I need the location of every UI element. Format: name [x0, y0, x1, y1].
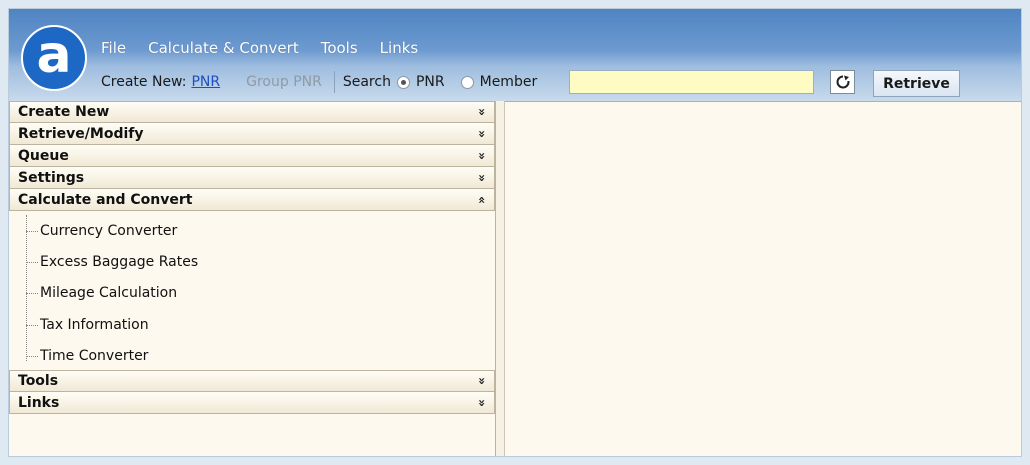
search-label: Search: [342, 74, 391, 90]
menu-file[interactable]: File: [101, 39, 126, 57]
section-queue[interactable]: Queue »: [9, 145, 495, 167]
group-pnr-link: Group PNR: [246, 74, 322, 90]
toolbar: Create New: PNR Group PNR Search PNR Mem…: [101, 69, 1021, 97]
double-chevron-down-icon[interactable]: »: [475, 377, 489, 385]
section-label: Tools: [18, 373, 59, 389]
create-new-label: Create New:: [101, 74, 187, 90]
search-input[interactable]: [569, 70, 814, 94]
double-chevron-down-icon[interactable]: »: [475, 399, 489, 407]
section-links[interactable]: Links »: [9, 392, 495, 414]
toolbar-divider: [333, 71, 335, 93]
section-retrieve-modify[interactable]: Retrieve/Modify »: [9, 123, 495, 145]
calculate-convert-tree: Currency Converter Excess Baggage Rates …: [9, 211, 495, 370]
double-chevron-down-icon[interactable]: »: [475, 108, 489, 116]
refresh-button[interactable]: [830, 70, 855, 94]
sidebar: Create New » Retrieve/Modify » Queue » S…: [9, 101, 496, 456]
double-chevron-up-icon[interactable]: «: [475, 196, 489, 204]
radio-pnr[interactable]: [396, 75, 410, 89]
section-label: Queue: [18, 147, 69, 164]
create-pnr-link[interactable]: PNR: [191, 74, 220, 90]
app-logo: a: [21, 25, 87, 91]
section-label: Create New: [18, 104, 110, 120]
tree-item-time-converter[interactable]: Time Converter: [26, 341, 495, 372]
menu-tools[interactable]: Tools: [321, 39, 358, 57]
retrieve-button[interactable]: Retrieve: [873, 70, 960, 97]
double-chevron-down-icon[interactable]: »: [475, 152, 489, 160]
splitter[interactable]: [496, 101, 505, 456]
section-create-new[interactable]: Create New »: [9, 101, 495, 123]
app-window: a File Calculate & Convert Tools Links C…: [8, 8, 1022, 457]
refresh-icon: [836, 74, 851, 89]
section-label: Links: [18, 394, 60, 411]
radio-member-label[interactable]: Member: [480, 74, 538, 90]
section-label: Settings: [18, 169, 85, 186]
tree-item-excess-baggage-rates[interactable]: Excess Baggage Rates: [26, 246, 495, 277]
menu-bar: File Calculate & Convert Tools Links: [101, 39, 418, 57]
tree-item-tax-information[interactable]: Tax Information: [26, 309, 495, 340]
radio-pnr-label[interactable]: PNR: [416, 74, 445, 90]
section-tools[interactable]: Tools »: [9, 370, 495, 392]
tree-item-mileage-calculation[interactable]: Mileage Calculation: [26, 278, 495, 309]
section-label: Retrieve/Modify: [18, 125, 144, 142]
double-chevron-down-icon[interactable]: »: [475, 130, 489, 138]
double-chevron-down-icon[interactable]: »: [475, 174, 489, 182]
header-bar: a File Calculate & Convert Tools Links C…: [9, 9, 1021, 102]
radio-member[interactable]: [460, 75, 474, 89]
section-label: Calculate and Convert: [18, 191, 193, 208]
logo-letter: a: [36, 25, 72, 85]
section-settings[interactable]: Settings »: [9, 167, 495, 189]
section-calculate-convert[interactable]: Calculate and Convert «: [9, 189, 495, 211]
menu-links[interactable]: Links: [380, 39, 419, 57]
menu-calculate-convert[interactable]: Calculate & Convert: [148, 39, 299, 57]
tree-item-currency-converter[interactable]: Currency Converter: [26, 215, 495, 246]
